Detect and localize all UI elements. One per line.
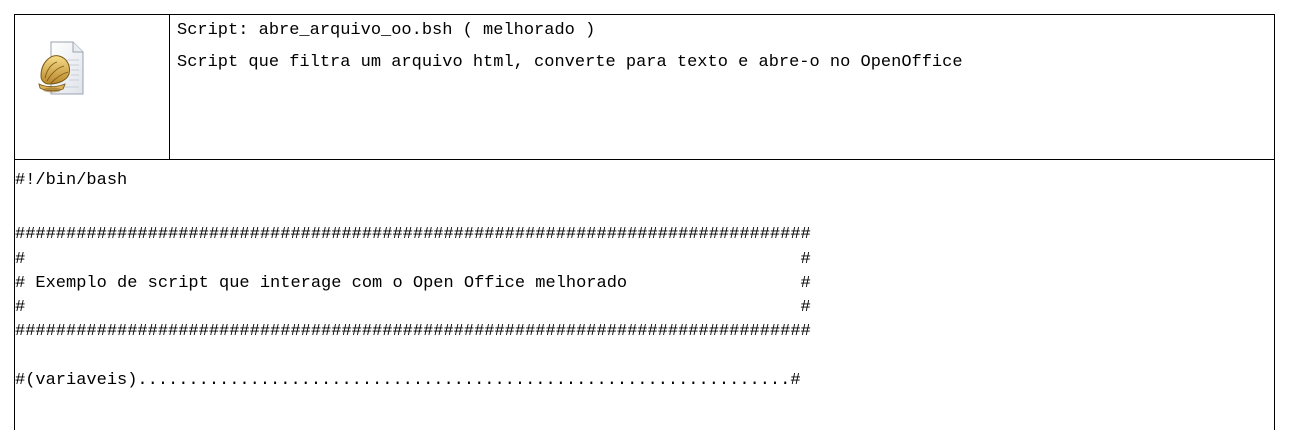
description-cell: Script: abre_arquivo_oo.bsh ( melhorado … [177,21,1265,73]
shell-script-file-icon [38,41,84,95]
script-header: Script: abre_arquivo_oo.bsh ( melhorado … [15,15,1274,160]
code-line: # Exemplo de script que interage com o O… [15,274,811,293]
script-description: Script que filtra um arquivo html, conve… [177,53,963,72]
script-title: Script: abre_arquivo_oo.bsh ( melhorado … [177,21,596,40]
code-line: ########################################… [15,322,811,341]
code-line: # # [15,298,811,317]
code-line: #!/bin/bash [15,171,128,190]
code-line: #(variaveis)............................… [15,371,801,390]
script-listing-frame: Script: abre_arquivo_oo.bsh ( melhorado … [14,14,1275,430]
icon-cell [15,15,170,159]
code-line: ########################################… [15,225,811,244]
code-line: # # [15,250,811,269]
